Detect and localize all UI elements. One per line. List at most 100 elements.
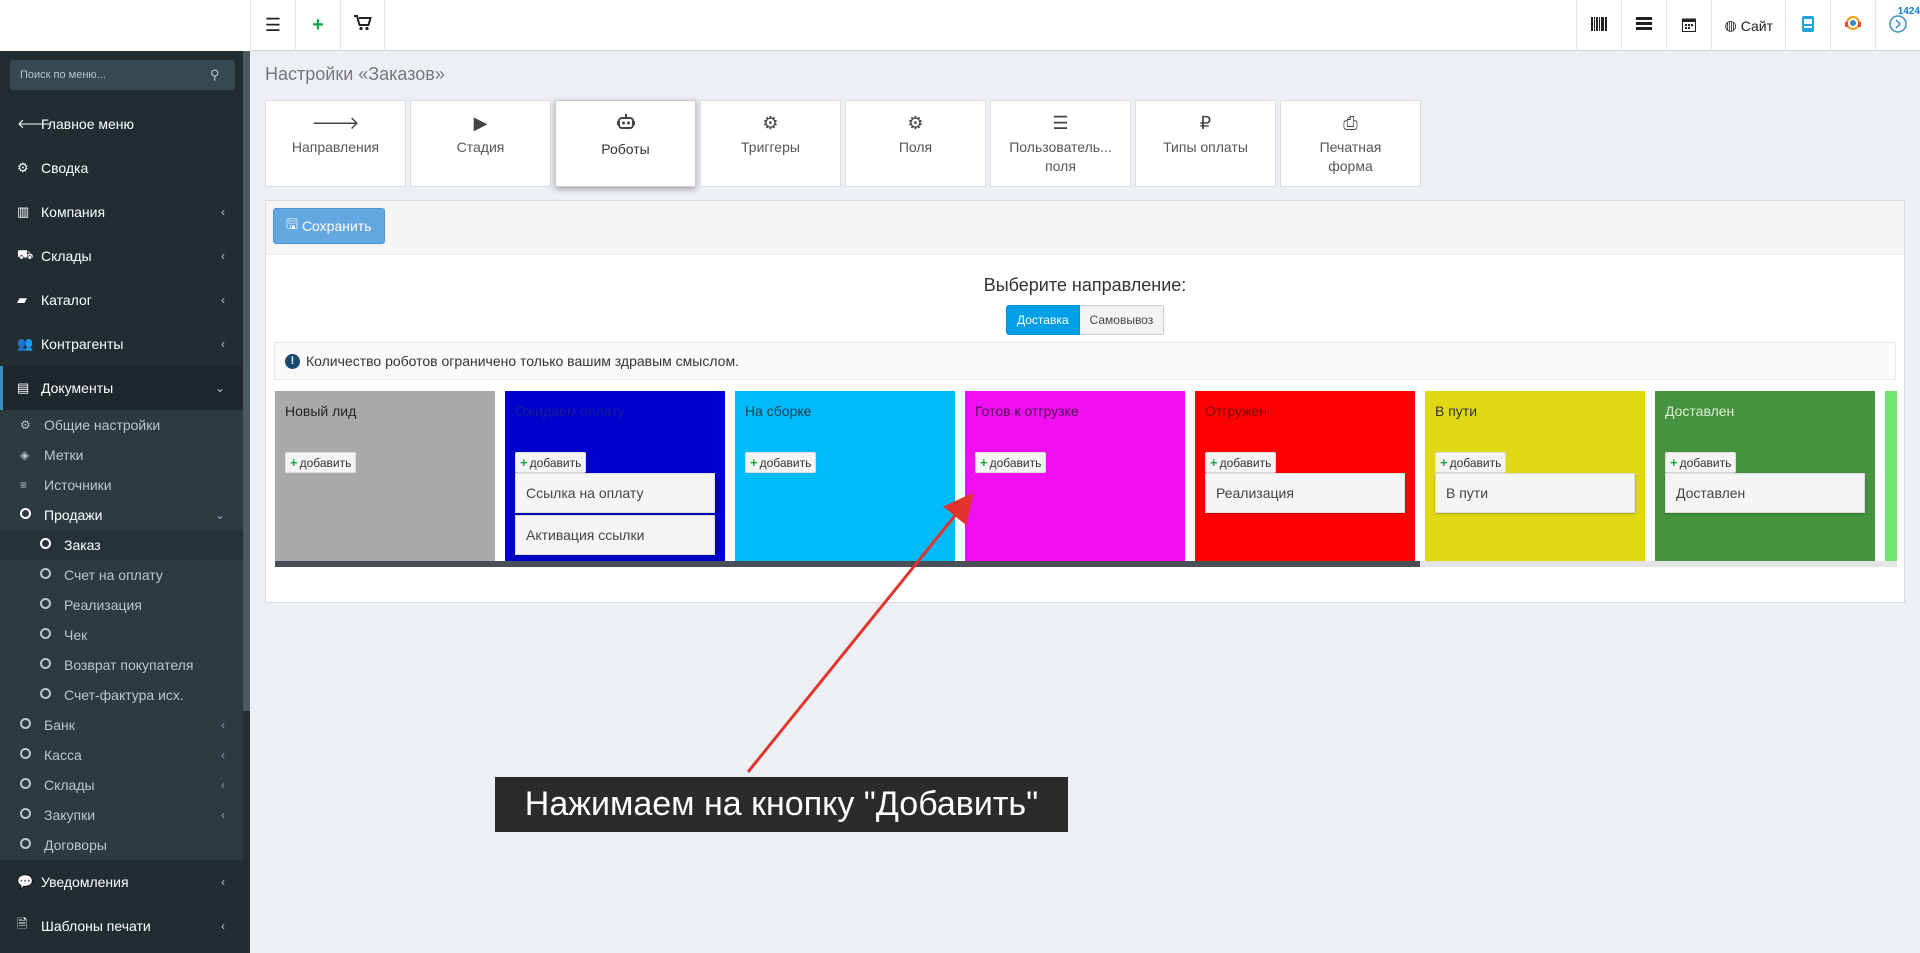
scrollbar-thumb[interactable] <box>275 561 1420 567</box>
direction-pickup-button[interactable]: Самовывоз <box>1079 305 1165 335</box>
tab-triggers[interactable]: ⚙ Триггеры <box>700 100 841 187</box>
robot-card[interactable]: Активация ссылки <box>515 515 715 555</box>
page-title: Настройки «Заказов» <box>265 64 445 84</box>
add-robot-button[interactable]: + добавить <box>745 452 817 473</box>
sidebar-item-company[interactable]: ▥ Компания ‹ <box>0 190 243 234</box>
tab-user-fields[interactable]: ☰ Пользователь... поля <box>990 100 1131 187</box>
sidebar-item-sources[interactable]: ≡ Источники <box>0 470 243 500</box>
sidebar-item-contracts[interactable]: Договоры <box>0 830 243 860</box>
add-button[interactable]: + <box>295 0 340 51</box>
sidebar-item-catalog[interactable]: ▰ Каталог ‹ <box>0 278 243 322</box>
sidebar-item-print-templates[interactable]: 🗎 Шаблоны печати ‹ <box>0 904 243 948</box>
sidebar-item-receipt[interactable]: Чек <box>0 620 243 650</box>
tab-robots[interactable]: Роботы <box>555 100 696 187</box>
comments-icon: 💬 <box>17 874 34 889</box>
gear-icon: ⚙ <box>907 113 924 133</box>
tab-directions[interactable]: 🡒 Направления <box>265 100 406 187</box>
plus-icon: + <box>980 455 988 470</box>
tab-label: Печатная форма <box>1319 139 1382 174</box>
plus-icon: + <box>520 455 528 470</box>
add-robot-label: добавить <box>759 455 812 470</box>
server-button[interactable] <box>1621 0 1666 51</box>
sidebar-item-doc-warehouses[interactable]: Склады ‹ <box>0 770 243 800</box>
tab-label: Пользователь... поля <box>1009 139 1112 174</box>
cart-button[interactable] <box>340 0 385 51</box>
sidebar-item-main-menu[interactable]: 🡐 Главное меню <box>0 102 243 146</box>
sidebar-item-tags[interactable]: ◈ Метки <box>0 440 243 470</box>
stage-column: Готов к отгрузке + добавить <box>965 391 1185 567</box>
site-button[interactable]: ◍ Сайт <box>1711 0 1785 51</box>
add-robot-button[interactable]: + добавить <box>975 452 1047 473</box>
sidebar-item-label: Реализация <box>64 597 142 613</box>
cogs-icon: ⚙ <box>762 113 779 133</box>
sidebar-search: ⚲ <box>10 60 235 90</box>
circle-icon <box>20 748 44 762</box>
sidebar-item-label: Заказ <box>64 537 101 553</box>
add-robot-button[interactable]: + добавить <box>1665 452 1737 473</box>
sidebar-item-customer-return[interactable]: Возврат покупателя <box>0 650 243 680</box>
annotation-caption: Нажимаем на кнопку "Добавить" <box>495 777 1068 832</box>
sidebar-item-label: Договоры <box>44 837 107 853</box>
sidebar-search-input[interactable] <box>20 69 210 81</box>
circle-icon <box>20 838 44 852</box>
robots-panel: 🖫 Сохранить Выберите направление: Доставк… <box>265 200 1905 603</box>
search-icon[interactable]: ⚲ <box>210 67 220 83</box>
sidebar-item-purchases[interactable]: Закупки ‹ <box>0 800 243 830</box>
tab-print-form[interactable]: ⎙ Печатная форма <box>1280 100 1421 187</box>
stages-scrollbar[interactable] <box>275 561 1897 567</box>
stage-column <box>1885 391 1897 567</box>
sidebar-item-warehouses[interactable]: ⛟ Склады ‹ <box>0 234 243 278</box>
calendar-button[interactable] <box>1666 0 1711 51</box>
cart-icon <box>353 15 372 36</box>
sidebar-item-outgoing-invoice[interactable]: Счет-фактура исх. <box>0 680 243 710</box>
tab-payment-types[interactable]: ₽ Типы оплаты <box>1135 100 1276 187</box>
add-robot-label: добавить <box>529 455 582 470</box>
support-button[interactable] <box>1830 0 1875 51</box>
tab-fields[interactable]: ⚙ Поля <box>845 100 986 187</box>
sidebar-item-order[interactable]: Заказ <box>0 530 243 560</box>
stage-column: Новый лид + добавить <box>275 391 495 567</box>
menu-toggle-button[interactable]: ☰ <box>250 0 295 51</box>
sidebar-item-label: Банк <box>44 717 75 733</box>
tab-stage[interactable]: ▶ Стадия <box>410 100 551 187</box>
save-button[interactable]: 🖫 Сохранить <box>273 208 385 244</box>
sidebar-scrollbar[interactable] <box>243 51 250 711</box>
sidebar-item-summary[interactable]: ⚙ Сводка <box>0 146 243 190</box>
sidebar-item-general-settings[interactable]: ⚙ Общие настройки <box>0 410 243 440</box>
sidebar-item-invoice[interactable]: Счет на оплату <box>0 560 243 590</box>
sidebar-item-cash[interactable]: Касса ‹ <box>0 740 243 770</box>
plus-icon: + <box>1670 455 1678 470</box>
tags-icon: ◈ <box>20 448 30 462</box>
robot-card[interactable]: Доставлен <box>1665 473 1865 513</box>
sidebar-item-notifications[interactable]: 💬 Уведомления ‹ <box>0 860 243 904</box>
tab-label: Типы оплаты <box>1163 139 1248 155</box>
sidebar-item-realization[interactable]: Реализация <box>0 590 243 620</box>
stage-column: Отгружен + добавить Реализация <box>1195 391 1415 567</box>
robot-card[interactable]: В пути <box>1435 473 1635 513</box>
sidebar-item-bank[interactable]: Банк ‹ <box>0 710 243 740</box>
document-icon: ▤ <box>17 380 30 395</box>
add-robot-button[interactable]: + добавить <box>1435 452 1507 473</box>
timer-button[interactable]: 1424 <box>1875 0 1920 51</box>
sidebar-item-label: Уведомления <box>41 874 129 890</box>
sidebar-item-label: Главное меню <box>41 116 135 132</box>
sidebar-item-sales[interactable]: Продажи ⌄ <box>0 500 243 530</box>
top-left-buttons: ☰ + <box>250 0 385 51</box>
top-right-buttons: ◍ Сайт 1424 <box>1576 0 1920 51</box>
add-robot-button[interactable]: + добавить <box>1205 452 1277 473</box>
sidebar-lower: 💬 Уведомления ‹ 🗎 Шаблоны печати ‹ <box>0 860 243 948</box>
barcode-button[interactable] <box>1576 0 1621 51</box>
gears-icon: ⚙ <box>20 418 31 432</box>
stage-name: Новый лид <box>285 403 357 419</box>
robot-card[interactable]: Реализация <box>1205 473 1405 513</box>
app-button[interactable] <box>1785 0 1830 51</box>
sidebar-item-label: Закупки <box>44 807 96 823</box>
direction-delivery-button[interactable]: Доставка <box>1006 305 1080 335</box>
add-robot-button[interactable]: + добавить <box>515 452 587 473</box>
plus-icon: + <box>312 14 324 36</box>
sidebar-item-contractors[interactable]: 👥 Контрагенты ‹ <box>0 322 243 366</box>
robot-card[interactable]: Ссылка на оплату <box>515 473 715 513</box>
add-robot-button[interactable]: + добавить <box>285 452 357 473</box>
sidebar-item-documents[interactable]: ▤ Документы ⌄ <box>0 366 243 410</box>
sidebar-item-label: Склады <box>41 248 92 264</box>
